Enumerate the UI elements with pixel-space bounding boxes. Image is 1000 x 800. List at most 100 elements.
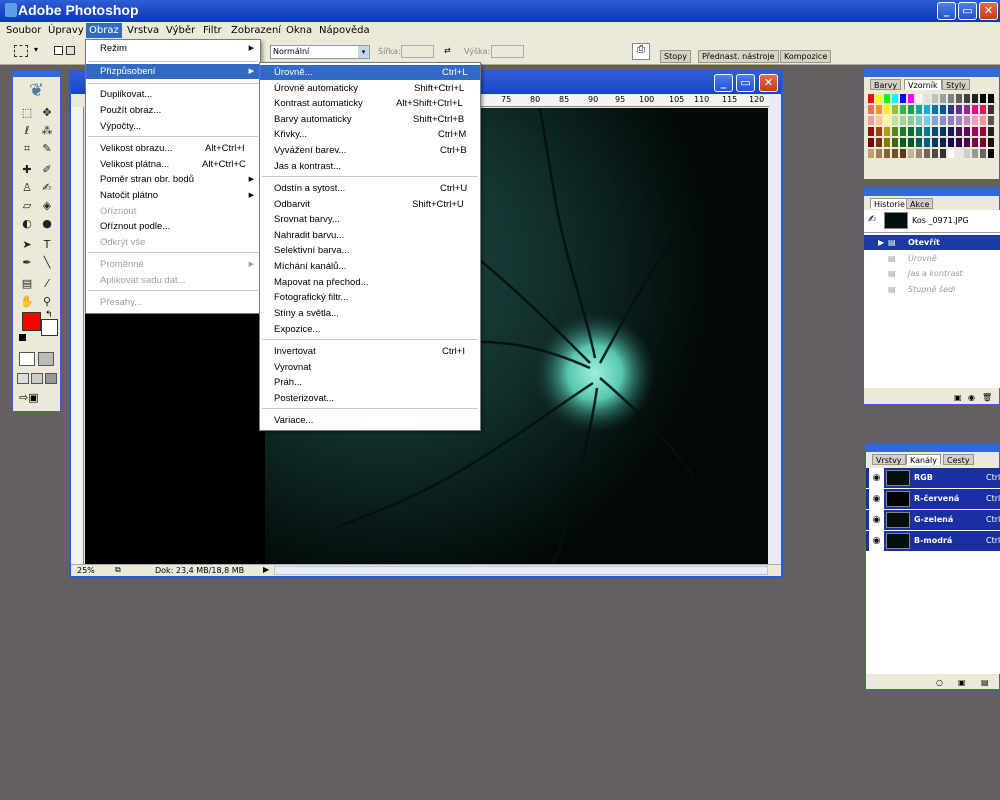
color-swatch[interactable] <box>923 104 931 115</box>
color-swatch[interactable] <box>875 137 883 148</box>
history-brush-icon[interactable]: ✍ <box>37 180 57 196</box>
add-selection-icon[interactable] <box>66 46 75 55</box>
swap-colors-icon[interactable]: ↰ <box>45 310 53 320</box>
color-swatch[interactable] <box>907 93 915 104</box>
color-swatch[interactable] <box>923 115 931 126</box>
color-swatch[interactable] <box>923 137 931 148</box>
menu-item-duplicate[interactable]: Duplikovat... <box>86 87 260 102</box>
doc-close-button[interactable]: ✕ <box>759 74 778 92</box>
color-swatch[interactable] <box>891 93 899 104</box>
color-swatch[interactable] <box>891 148 899 159</box>
rect-marquee-icon[interactable]: ⬚ <box>17 105 37 121</box>
swap-icon[interactable]: ⇄ <box>444 46 451 55</box>
restore-button[interactable]: ▭ <box>958 2 977 20</box>
menu-layer[interactable]: Vrstva <box>124 23 162 38</box>
color-swatch[interactable] <box>931 93 939 104</box>
menu-item-gradient-map[interactable]: Mapovat na přechod... <box>260 275 480 290</box>
menu-item-exposure[interactable]: Expozice... <box>260 322 480 337</box>
swatch-grid[interactable] <box>867 93 1000 171</box>
menu-item-color-balance[interactable]: Vyvážení barev... Ctrl+B <box>260 143 480 158</box>
menu-item-variables[interactable]: Proměnné ▶ <box>86 257 260 272</box>
style-select[interactable]: Normální ▾ <box>270 45 370 59</box>
color-swatch[interactable] <box>987 115 995 126</box>
slice-icon[interactable]: ✎ <box>37 141 57 157</box>
color-swatch[interactable] <box>931 115 939 126</box>
channel-row[interactable]: ◉ G-zelená Ctrl <box>866 510 1000 530</box>
color-swatch[interactable] <box>955 137 963 148</box>
color-swatch[interactable] <box>931 126 939 137</box>
tab-paths-panel[interactable]: Cesty <box>943 454 974 465</box>
menu-item-adjustments[interactable]: Přizpůsobení ▶ <box>86 64 260 79</box>
color-swatch[interactable] <box>939 148 947 159</box>
tab-tool-presets[interactable]: Přednast. nástroje <box>698 50 779 63</box>
menu-item-replace-color[interactable]: Nahradit barvu... <box>260 228 480 243</box>
color-swatch[interactable] <box>971 137 979 148</box>
marquee-tool-icon[interactable] <box>14 45 28 57</box>
channel-row[interactable]: ◉ B-modrá Ctrl <box>866 531 1000 551</box>
color-swatch[interactable] <box>875 104 883 115</box>
new-document-from-state-icon[interactable]: ▣ <box>954 393 962 402</box>
eye-icon[interactable]: ◉ <box>869 489 884 509</box>
history-step[interactable]: ▤ Úrovně <box>864 251 1000 266</box>
color-swatch[interactable] <box>971 93 979 104</box>
color-swatch[interactable] <box>939 137 947 148</box>
channel-row[interactable]: ◉ R-červená Ctrl <box>866 489 1000 509</box>
menu-item-crop[interactable]: Oříznout <box>86 204 260 219</box>
color-swatch[interactable] <box>955 93 963 104</box>
color-swatch[interactable] <box>979 115 987 126</box>
foreground-color-swatch[interactable] <box>22 312 41 331</box>
menu-filter[interactable]: Filtr <box>200 23 225 38</box>
color-swatch[interactable] <box>979 137 987 148</box>
eyedropper-icon[interactable]: ⁄ <box>37 276 57 292</box>
color-swatch[interactable] <box>939 115 947 126</box>
menu-item-selective-color[interactable]: Selektivní barva... <box>260 243 480 258</box>
menu-item-apply-data-set[interactable]: Aplikovat sadu dat... <box>86 273 260 288</box>
color-swatch[interactable] <box>979 104 987 115</box>
snapshot-brush-icon[interactable]: ✍ <box>868 214 876 225</box>
menu-item-threshold[interactable]: Práh... <box>260 375 480 390</box>
zoom-level[interactable]: 25% <box>77 566 95 575</box>
menu-window[interactable]: Okna <box>283 23 315 38</box>
color-swatch[interactable] <box>987 93 995 104</box>
swatches-palette-titlebar[interactable] <box>864 69 1000 77</box>
color-swatch[interactable] <box>931 137 939 148</box>
menu-edit[interactable]: Úpravy <box>45 23 87 38</box>
default-colors-icon[interactable] <box>19 334 26 341</box>
type-tool-icon[interactable]: T <box>37 237 57 253</box>
status-options-icon[interactable]: ⧉ <box>115 565 121 575</box>
color-swatch[interactable] <box>875 148 883 159</box>
tab-actions[interactable]: Akce <box>906 198 934 209</box>
color-swatch[interactable] <box>899 115 907 126</box>
screen-mode-menubar-icon[interactable] <box>31 373 43 384</box>
menu-view[interactable]: Zobrazení <box>228 23 284 38</box>
color-swatch[interactable] <box>923 93 931 104</box>
history-palette-titlebar[interactable] <box>864 188 1000 196</box>
menu-item-reveal-all[interactable]: Odkrýt vše <box>86 235 260 250</box>
color-swatch[interactable] <box>963 115 971 126</box>
blur-icon[interactable]: ◐ <box>17 216 37 232</box>
history-step[interactable]: ▶ ▤ Otevřít <box>864 235 1000 250</box>
menu-help[interactable]: Nápověda <box>316 23 373 38</box>
color-swatch[interactable] <box>947 126 955 137</box>
color-swatch[interactable] <box>883 137 891 148</box>
color-swatch[interactable] <box>907 137 915 148</box>
color-swatch[interactable] <box>915 126 923 137</box>
screen-mode-standard-icon[interactable] <box>17 373 29 384</box>
color-swatch[interactable] <box>963 126 971 137</box>
snapshot-name[interactable]: Kos _0971.JPG <box>912 216 969 225</box>
save-selection-icon[interactable]: ▣ <box>958 678 966 687</box>
menu-item-calculations[interactable]: Výpočty... <box>86 119 260 134</box>
eraser-icon[interactable]: ▱ <box>17 198 37 214</box>
menu-item-brightness-contrast[interactable]: Jas a kontrast... <box>260 159 480 174</box>
line-tool-icon[interactable]: ╲ <box>37 255 57 271</box>
menu-file[interactable]: Soubor <box>3 23 44 38</box>
tab-styles[interactable]: Styly <box>942 79 970 90</box>
color-swatch[interactable] <box>987 137 995 148</box>
new-channel-icon[interactable]: ▤ <box>981 678 989 687</box>
color-swatch[interactable] <box>963 93 971 104</box>
color-swatch[interactable] <box>891 104 899 115</box>
menu-item-auto-color[interactable]: Barvy automaticky Shift+Ctrl+B <box>260 112 480 127</box>
color-swatch[interactable] <box>971 148 979 159</box>
color-swatch[interactable] <box>907 148 915 159</box>
close-button[interactable]: ✕ <box>979 2 998 20</box>
